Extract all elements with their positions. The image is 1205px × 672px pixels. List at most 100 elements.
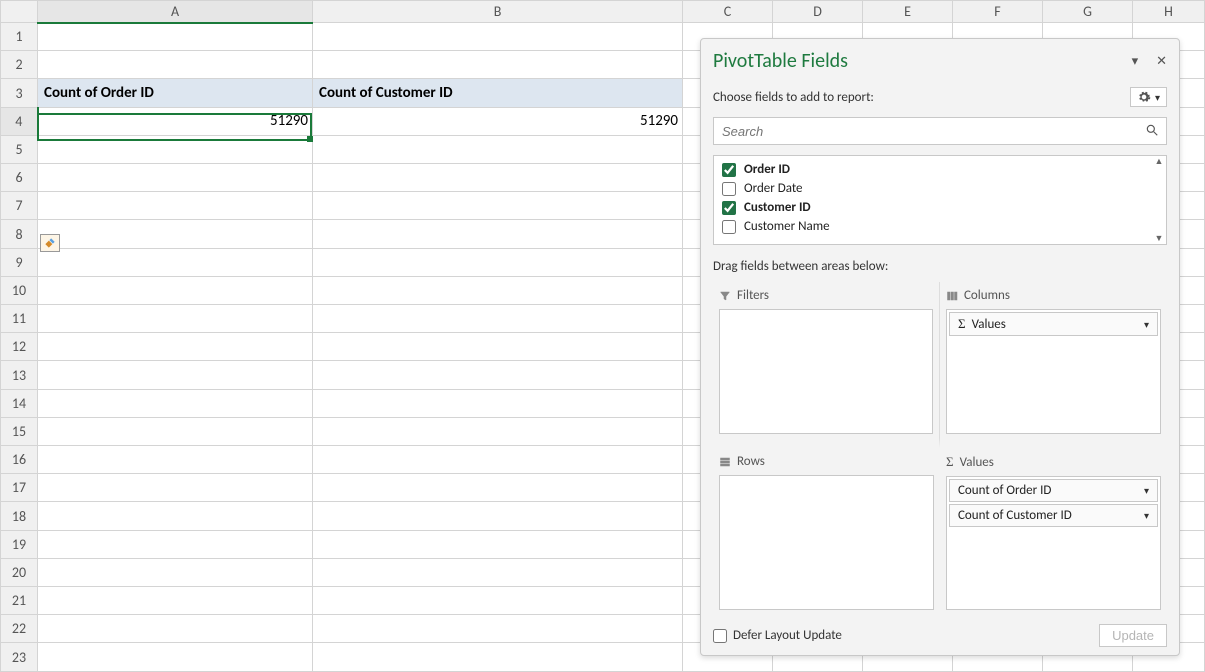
column-header-f[interactable]: F — [953, 1, 1043, 23]
field-checkbox[interactable] — [722, 201, 736, 215]
cell-B11[interactable] — [313, 305, 683, 333]
format-painter-icon[interactable] — [40, 234, 60, 252]
cell-A9[interactable] — [38, 248, 313, 276]
cell-B5[interactable] — [313, 135, 683, 163]
cell-A21[interactable] — [38, 587, 313, 615]
row-header-6[interactable]: 6 — [1, 164, 38, 192]
cell-A14[interactable] — [38, 389, 313, 417]
cell-A19[interactable] — [38, 530, 313, 558]
cell-B12[interactable] — [313, 333, 683, 361]
cell-A6[interactable] — [38, 164, 313, 192]
cell-A7[interactable] — [38, 192, 313, 220]
row-header-4[interactable]: 4 — [1, 107, 38, 135]
tools-gear-button[interactable]: ▾ — [1130, 87, 1167, 107]
cell-A5[interactable] — [38, 135, 313, 163]
values-pill[interactable]: Count of Order ID▾ — [949, 479, 1158, 502]
row-header-22[interactable]: 22 — [1, 615, 38, 643]
column-header-b[interactable]: B — [313, 1, 683, 23]
cell-B4[interactable]: 51290 — [313, 107, 683, 135]
row-header-9[interactable]: 9 — [1, 248, 38, 276]
cell-A16[interactable] — [38, 446, 313, 474]
values-area[interactable]: Σ Values Count of Order ID▾Count of Cust… — [940, 448, 1167, 614]
values-pill[interactable]: Count of Customer ID▾ — [949, 504, 1158, 527]
cell-A20[interactable] — [38, 558, 313, 586]
cell-B18[interactable] — [313, 502, 683, 530]
cell-B7[interactable] — [313, 192, 683, 220]
cell-A23[interactable] — [38, 643, 313, 672]
search-input[interactable] — [713, 117, 1167, 145]
column-header-g[interactable]: G — [1043, 1, 1133, 23]
row-header-14[interactable]: 14 — [1, 389, 38, 417]
cell-A2[interactable] — [38, 51, 313, 79]
row-header-15[interactable]: 15 — [1, 417, 38, 445]
row-header-21[interactable]: 21 — [1, 587, 38, 615]
row-header-5[interactable]: 5 — [1, 135, 38, 163]
defer-layout-checkbox[interactable]: Defer Layout Update — [713, 628, 842, 643]
row-header-3[interactable]: 3 — [1, 79, 38, 107]
pane-dropdown-icon[interactable]: ▾ — [1132, 54, 1139, 69]
cell-B8[interactable] — [313, 220, 683, 248]
cell-A22[interactable] — [38, 615, 313, 643]
column-header-c[interactable]: C — [683, 1, 773, 23]
cell-A12[interactable] — [38, 333, 313, 361]
cell-B21[interactable] — [313, 587, 683, 615]
field-checkbox[interactable] — [722, 182, 736, 196]
cell-B10[interactable] — [313, 276, 683, 304]
cell-B1[interactable] — [313, 23, 683, 51]
cell-A1[interactable] — [38, 23, 313, 51]
select-all-corner[interactable] — [1, 1, 38, 23]
field-list[interactable]: Order IDOrder DateCustomer IDCustomer Na… — [713, 155, 1167, 245]
field-item-customer-name[interactable]: Customer Name — [716, 217, 1164, 236]
update-button[interactable]: Update — [1099, 624, 1167, 647]
row-header-18[interactable]: 18 — [1, 502, 38, 530]
column-header-e[interactable]: E — [863, 1, 953, 23]
field-item-order-date[interactable]: Order Date — [716, 179, 1164, 198]
cell-B22[interactable] — [313, 615, 683, 643]
row-header-10[interactable]: 10 — [1, 276, 38, 304]
pane-close-icon[interactable]: ✕ — [1156, 54, 1167, 69]
cell-B15[interactable] — [313, 417, 683, 445]
row-header-12[interactable]: 12 — [1, 333, 38, 361]
row-header-20[interactable]: 20 — [1, 558, 38, 586]
cell-A8[interactable] — [38, 220, 313, 248]
cell-A15[interactable] — [38, 417, 313, 445]
field-item-order-id[interactable]: Order ID — [716, 160, 1164, 179]
cell-A4[interactable]: 51290 — [38, 107, 313, 135]
row-header-1[interactable]: 1 — [1, 23, 38, 51]
column-header-h[interactable]: H — [1133, 1, 1205, 23]
cell-B6[interactable] — [313, 164, 683, 192]
cell-B19[interactable] — [313, 530, 683, 558]
cell-A17[interactable] — [38, 474, 313, 502]
cell-B17[interactable] — [313, 474, 683, 502]
row-header-19[interactable]: 19 — [1, 530, 38, 558]
row-header-7[interactable]: 7 — [1, 192, 38, 220]
cell-B20[interactable] — [313, 558, 683, 586]
cell-A3[interactable]: Count of Order ID — [38, 79, 313, 107]
cell-B16[interactable] — [313, 446, 683, 474]
row-header-17[interactable]: 17 — [1, 474, 38, 502]
rows-area[interactable]: Rows — [713, 448, 940, 614]
cell-A10[interactable] — [38, 276, 313, 304]
cell-B13[interactable] — [313, 361, 683, 389]
row-header-2[interactable]: 2 — [1, 51, 38, 79]
filters-area[interactable]: Filters — [713, 282, 940, 448]
cell-A18[interactable] — [38, 502, 313, 530]
column-header-d[interactable]: D — [773, 1, 863, 23]
row-header-16[interactable]: 16 — [1, 446, 38, 474]
row-header-8[interactable]: 8 — [1, 220, 38, 248]
cell-B9[interactable] — [313, 248, 683, 276]
row-header-23[interactable]: 23 — [1, 643, 38, 672]
cell-B23[interactable] — [313, 643, 683, 672]
row-header-13[interactable]: 13 — [1, 361, 38, 389]
field-item-customer-id[interactable]: Customer ID — [716, 198, 1164, 217]
columns-pill[interactable]: ΣValues▾ — [949, 312, 1158, 336]
columns-area[interactable]: Columns ΣValues▾ — [940, 282, 1167, 448]
cell-A11[interactable] — [38, 305, 313, 333]
pivottable-fields-pane[interactable]: PivotTable Fields ▾ ✕ Choose fields to a… — [700, 38, 1180, 656]
field-checkbox[interactable] — [722, 220, 736, 234]
cell-A13[interactable] — [38, 361, 313, 389]
row-header-11[interactable]: 11 — [1, 305, 38, 333]
column-header-a[interactable]: A — [38, 1, 313, 23]
cell-B2[interactable] — [313, 51, 683, 79]
field-checkbox[interactable] — [722, 163, 736, 177]
